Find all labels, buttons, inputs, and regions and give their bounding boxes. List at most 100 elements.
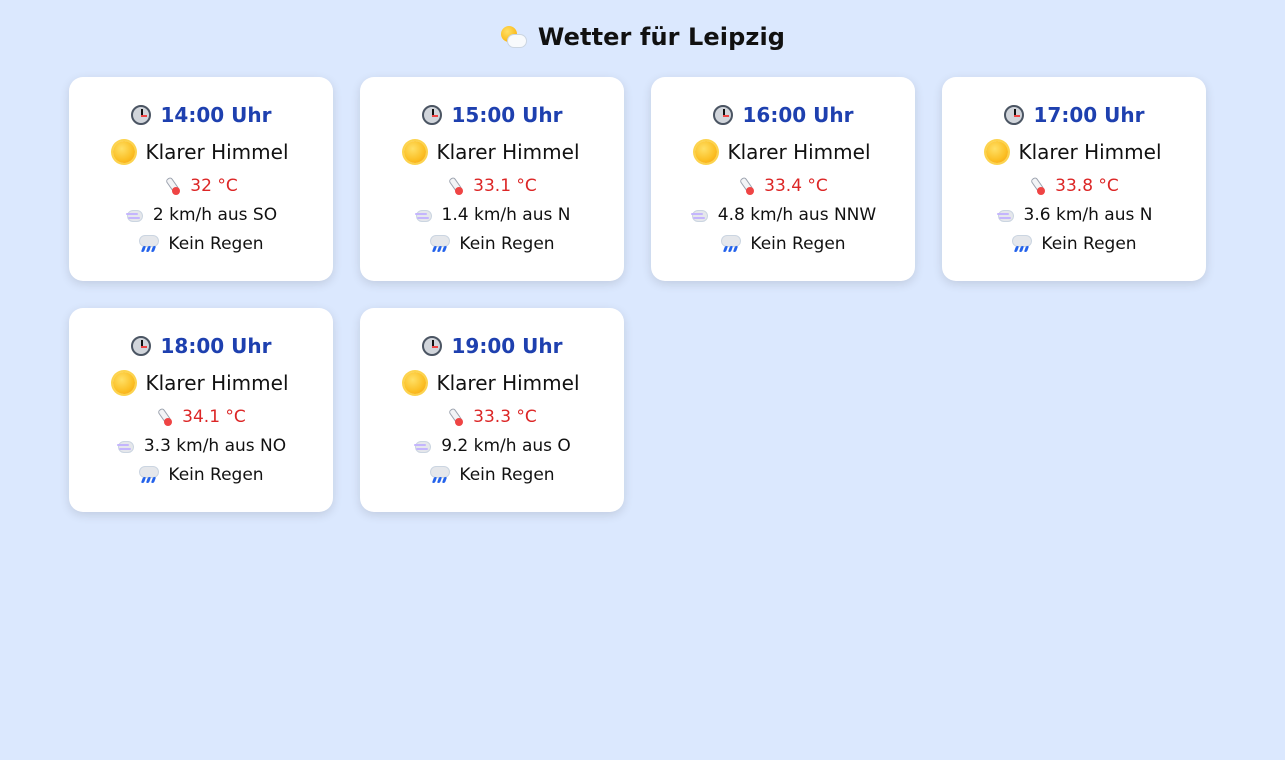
thermometer-icon (1029, 177, 1046, 195)
wind-row: 1.4 km/h aus N (360, 204, 624, 226)
time-label: 16:00 Uhr (742, 103, 854, 127)
thermometer-icon (164, 177, 181, 195)
temperature-value: 33.1 °C (473, 176, 537, 196)
wind-row: 3.6 km/h aus N (942, 204, 1206, 226)
cloud-rain-icon (138, 235, 160, 253)
temperature-row: 33.3 °C (360, 406, 624, 428)
rain-value: Kein Regen (459, 465, 555, 485)
rain-value: Kein Regen (168, 465, 264, 485)
thermometer-icon (738, 177, 755, 195)
temperature-value: 32 °C (190, 176, 238, 196)
thermometer-icon (447, 408, 464, 426)
forecast-card-1600: 16:00 Uhr Klarer Himmel 33.4 °C 4.8 km/h… (651, 77, 915, 281)
sun-icon (695, 141, 718, 163)
rain-value: Kein Regen (168, 234, 264, 254)
wind-icon (116, 437, 134, 455)
cloud-rain-icon (720, 235, 742, 253)
wind-value: 3.3 km/h aus NO (143, 436, 287, 456)
time-label: 15:00 Uhr (451, 103, 563, 127)
temperature-row: 33.4 °C (651, 175, 915, 197)
condition-label: Klarer Himmel (145, 140, 289, 164)
wind-row: 4.8 km/h aus NNW (651, 204, 915, 226)
condition-row: Klarer Himmel (360, 369, 624, 397)
wind-icon (996, 206, 1014, 224)
forecast-card-1800: 18:00 Uhr Klarer Himmel 34.1 °C 3.3 km/h… (69, 308, 333, 512)
rain-row: Kein Regen (69, 233, 333, 255)
temperature-row: 33.1 °C (360, 175, 624, 197)
page-title: Wetter für Leipzig (537, 23, 786, 51)
rain-row: Kein Regen (942, 233, 1206, 255)
wind-icon (125, 206, 143, 224)
clock-icon (130, 336, 151, 356)
rain-row: Kein Regen (360, 464, 624, 486)
rain-value: Kein Regen (1041, 234, 1137, 254)
time-row: 19:00 Uhr (360, 332, 624, 360)
rain-row: Kein Regen (651, 233, 915, 255)
wind-icon (414, 206, 432, 224)
time-row: 18:00 Uhr (69, 332, 333, 360)
time-label: 14:00 Uhr (160, 103, 272, 127)
cloud-rain-icon (138, 466, 160, 484)
clock-icon (712, 105, 733, 125)
weather-grid: 14:00 Uhr Klarer Himmel 32 °C 2 km/h aus… (0, 74, 1285, 760)
temperature-row: 34.1 °C (69, 406, 333, 428)
rain-row: Kein Regen (69, 464, 333, 486)
thermometer-icon (447, 177, 464, 195)
temperature-value: 33.8 °C (1055, 176, 1119, 196)
wind-value: 9.2 km/h aus O (441, 436, 571, 456)
sun-icon (404, 372, 427, 394)
forecast-card-1700: 17:00 Uhr Klarer Himmel 33.8 °C 3.6 km/h… (942, 77, 1206, 281)
temperature-row: 32 °C (69, 175, 333, 197)
condition-label: Klarer Himmel (436, 140, 580, 164)
condition-row: Klarer Himmel (69, 138, 333, 166)
wind-value: 3.6 km/h aus N (1023, 205, 1153, 225)
sun-icon (404, 141, 427, 163)
condition-row: Klarer Himmel (69, 369, 333, 397)
temperature-value: 33.3 °C (473, 407, 537, 427)
wind-value: 2 km/h aus SO (152, 205, 278, 225)
clock-icon (421, 336, 442, 356)
sun-icon (986, 141, 1009, 163)
time-label: 19:00 Uhr (451, 334, 563, 358)
condition-row: Klarer Himmel (651, 138, 915, 166)
condition-label: Klarer Himmel (436, 371, 580, 395)
time-label: 17:00 Uhr (1033, 103, 1145, 127)
forecast-card-1900: 19:00 Uhr Klarer Himmel 33.3 °C 9.2 km/h… (360, 308, 624, 512)
clock-icon (130, 105, 151, 125)
temperature-value: 33.4 °C (764, 176, 828, 196)
rain-value: Kein Regen (750, 234, 846, 254)
condition-row: Klarer Himmel (942, 138, 1206, 166)
cloud-rain-icon (429, 235, 451, 253)
sun-icon (113, 141, 136, 163)
wind-row: 3.3 km/h aus NO (69, 435, 333, 457)
cloud-rain-icon (429, 466, 451, 484)
forecast-card-1500: 15:00 Uhr Klarer Himmel 33.1 °C 1.4 km/h… (360, 77, 624, 281)
time-row: 15:00 Uhr (360, 101, 624, 129)
rain-value: Kein Regen (459, 234, 555, 254)
wind-row: 2 km/h aus SO (69, 204, 333, 226)
condition-label: Klarer Himmel (1018, 140, 1162, 164)
clock-icon (421, 105, 442, 125)
time-row: 14:00 Uhr (69, 101, 333, 129)
wind-value: 4.8 km/h aus NNW (717, 205, 877, 225)
clock-icon (1003, 105, 1024, 125)
time-row: 16:00 Uhr (651, 101, 915, 129)
temperature-value: 34.1 °C (182, 407, 246, 427)
condition-label: Klarer Himmel (727, 140, 871, 164)
rain-row: Kein Regen (360, 233, 624, 255)
wind-row: 9.2 km/h aus O (360, 435, 624, 457)
thermometer-icon (156, 408, 173, 426)
condition-row: Klarer Himmel (360, 138, 624, 166)
sun-behind-cloud-icon (500, 24, 527, 50)
time-label: 18:00 Uhr (160, 334, 272, 358)
condition-label: Klarer Himmel (145, 371, 289, 395)
temperature-row: 33.8 °C (942, 175, 1206, 197)
time-row: 17:00 Uhr (942, 101, 1206, 129)
sun-icon (113, 372, 136, 394)
wind-value: 1.4 km/h aus N (441, 205, 571, 225)
page-header: Wetter für Leipzig (0, 0, 1285, 74)
wind-icon (690, 206, 708, 224)
forecast-card-1400: 14:00 Uhr Klarer Himmel 32 °C 2 km/h aus… (69, 77, 333, 281)
wind-icon (413, 437, 432, 455)
cloud-rain-icon (1011, 235, 1033, 253)
